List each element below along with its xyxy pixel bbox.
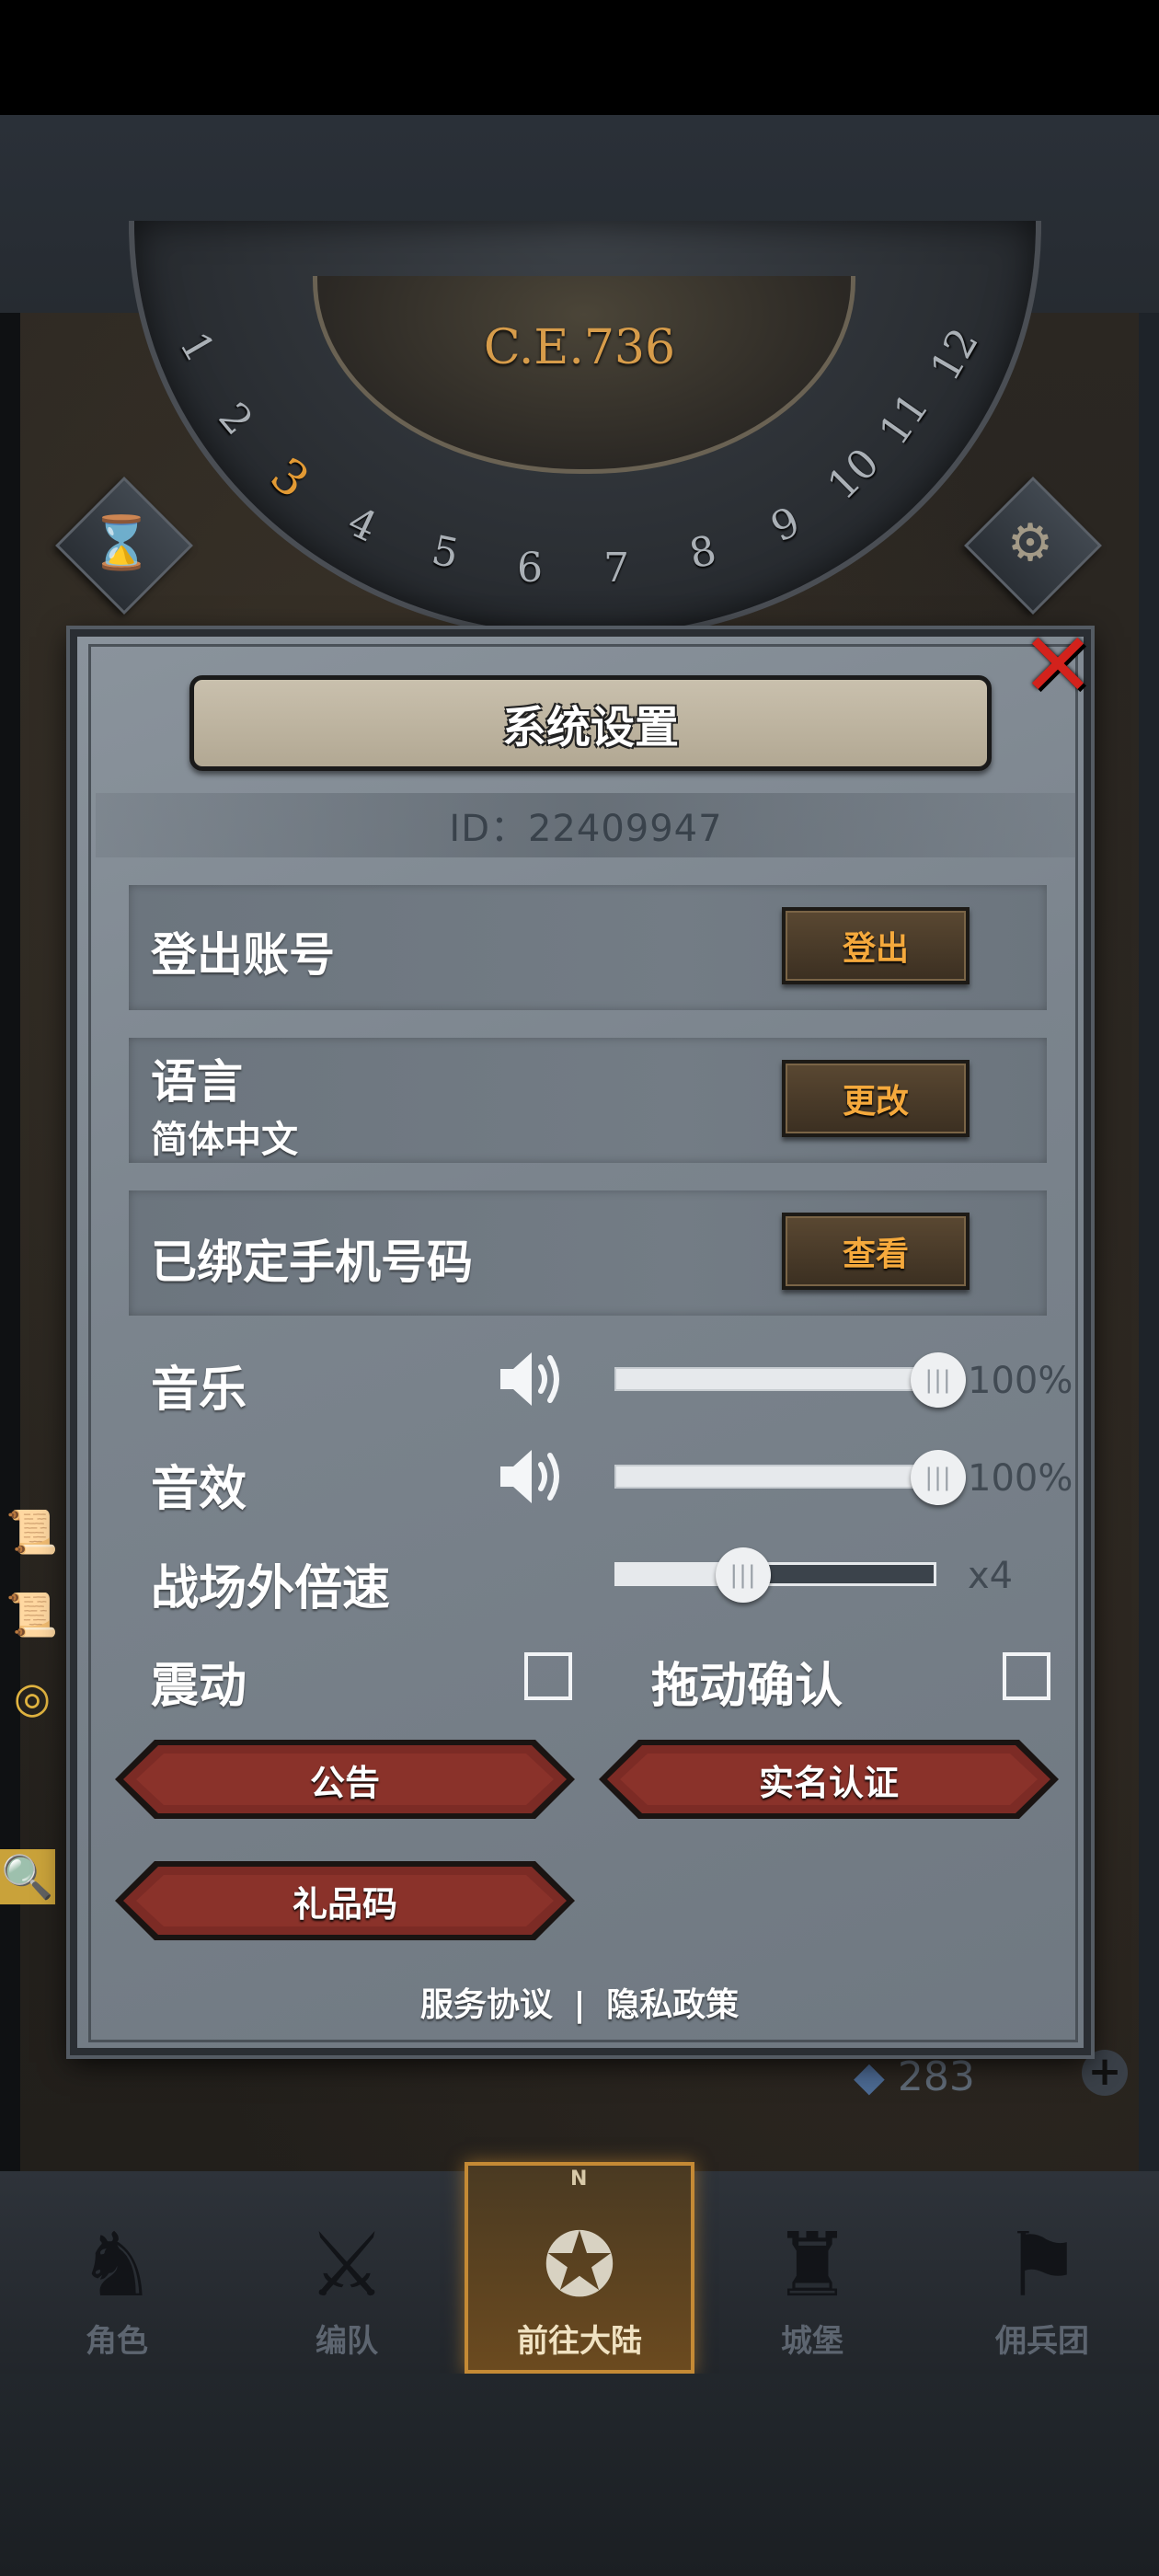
crystal-icon: ◆ [854, 2053, 885, 2100]
target-icon[interactable]: ◎ [0, 1665, 64, 1730]
dialog-title-banner: 系统设置 [189, 675, 992, 771]
nav-label: 佣兵团 [995, 2323, 1089, 2360]
nav-item-team[interactable]: ⚔ 编队 [241, 2190, 453, 2374]
gear-icon: ⚙ [1006, 512, 1054, 573]
resource-value: 283 [897, 2053, 975, 2100]
drag-confirm-checkbox[interactable] [1003, 1652, 1050, 1700]
vibrate-checkbox[interactable] [524, 1652, 572, 1700]
status-bar-area [0, 0, 1159, 115]
language-label: 语言 [151, 1055, 243, 1109]
music-label: 音乐 [151, 1363, 247, 1418]
speed-slider-knob[interactable]: ||| [716, 1547, 771, 1603]
music-slider-knob[interactable]: ||| [911, 1352, 966, 1408]
sfx-slider-track[interactable] [614, 1465, 936, 1489]
hourglass-button[interactable]: ⌛ [55, 477, 193, 615]
scroll-icon[interactable]: 📜 [0, 1500, 64, 1564]
speed-slider-track[interactable] [614, 1562, 936, 1586]
nav-item-mercenary[interactable]: ⚑ 佣兵团 [936, 2190, 1148, 2374]
year-label: C.E.736 [483, 320, 676, 375]
realname-button-label: 实名认证 [758, 1762, 899, 1803]
nav-label: 角色 [86, 2323, 148, 2360]
speaker-icon[interactable] [497, 1347, 567, 1415]
privacy-link[interactable]: 隐私政策 [606, 1986, 739, 2024]
music-slider-track[interactable] [614, 1367, 936, 1391]
vibrate-label: 震动 [151, 1659, 247, 1714]
link-separator: | [573, 1986, 586, 2024]
month-7: 7 [603, 545, 629, 592]
view-phone-button[interactable]: 查看 [782, 1213, 970, 1290]
mercenary-icon: ⚑ [1002, 2214, 1083, 2317]
logout-button[interactable]: 登出 [782, 907, 970, 984]
phone-label: 已绑定手机号码 [151, 1236, 473, 1289]
change-language-button[interactable]: 更改 [782, 1060, 970, 1137]
speed-label: 战场外倍速 [151, 1561, 391, 1616]
bottom-strip [0, 2374, 1159, 2576]
music-value: 100% [968, 1360, 1073, 1402]
speaker-icon[interactable] [497, 1444, 567, 1512]
search-icon[interactable]: 🔍 [0, 1849, 55, 1904]
sfx-slider-knob[interactable]: ||| [911, 1450, 966, 1505]
knight-helmet-icon: ♞ [76, 2214, 157, 2317]
month-6: 6 [517, 545, 543, 592]
nav-label: 编队 [316, 2323, 378, 2360]
giftcode-button-label: 礼品码 [292, 1883, 397, 1925]
notice-button-label: 公告 [309, 1762, 380, 1803]
quest-scroll-icon[interactable]: 📜 [0, 1582, 64, 1647]
nav-label: 城堡 [781, 2323, 843, 2360]
notice-button[interactable]: 公告 [112, 1737, 578, 1822]
realname-button[interactable]: 实名认证 [596, 1737, 1061, 1822]
giftcode-button[interactable]: 礼品码 [112, 1858, 578, 1943]
settings-gear-button[interactable]: ⚙ [964, 477, 1102, 615]
nav-item-character[interactable]: ♞ 角色 [11, 2190, 223, 2374]
nav-label: 前往大陆 [517, 2323, 642, 2360]
hourglass-icon: ⌛ [89, 513, 154, 573]
language-value: 简体中文 [151, 1119, 298, 1161]
speed-value: x4 [968, 1555, 1014, 1597]
castle-icon: ♜ [772, 2214, 853, 2317]
logout-label: 登出账号 [151, 928, 335, 982]
nav-item-continent[interactable]: ✪ 前往大陆 [474, 2190, 685, 2374]
nav-item-castle[interactable]: ♜ 城堡 [706, 2190, 918, 2374]
user-id-bar: ID：22409947 [96, 793, 1076, 857]
dialog-title: 系统设置 [501, 702, 679, 753]
close-icon: ✕ [1020, 614, 1096, 717]
resource-counter: ◆ 283 [854, 2053, 975, 2100]
drag-confirm-label: 拖动确认 [651, 1659, 843, 1714]
sfx-label: 音效 [151, 1462, 247, 1517]
user-id: ID：22409947 [449, 808, 723, 850]
compass-north-label: N [570, 2168, 588, 2191]
terms-link[interactable]: 服务协议 [420, 1986, 553, 2024]
sfx-value: 100% [968, 1457, 1073, 1500]
party-icon: ⚔ [306, 2214, 387, 2317]
add-resource-button[interactable]: + [1082, 2050, 1128, 2096]
legal-links: 服务协议 | 隐私政策 [0, 1978, 1159, 2026]
compass-icon: ✪ [542, 2214, 617, 2317]
close-button[interactable]: ✕ [1016, 614, 1099, 717]
